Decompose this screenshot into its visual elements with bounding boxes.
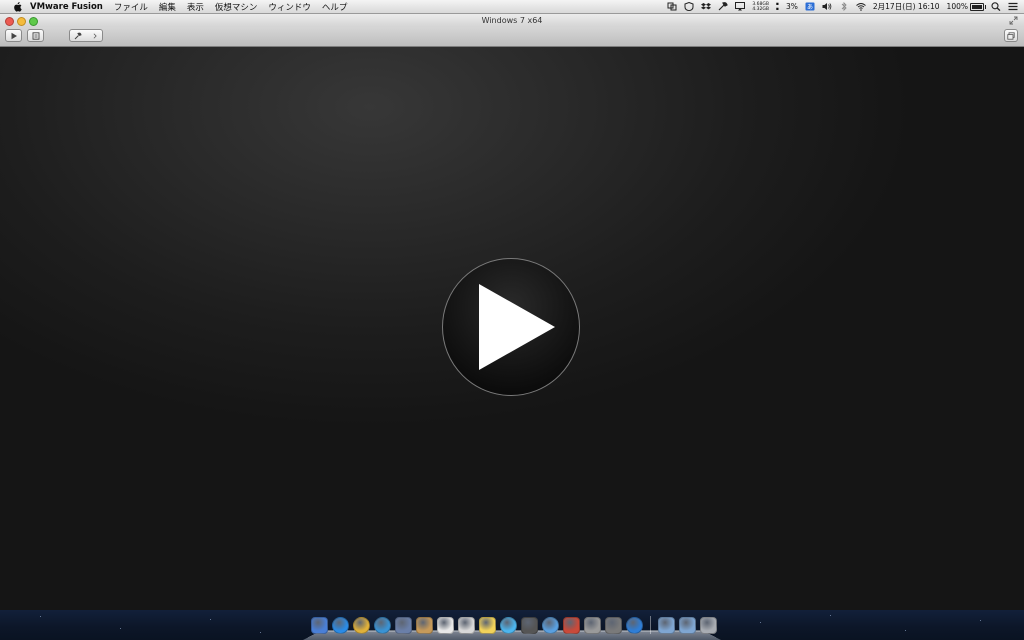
dock-folder-documents-icon[interactable]: [658, 616, 675, 634]
menu-window[interactable]: ウィンドウ: [268, 1, 311, 13]
power-on-vm-button[interactable]: [442, 258, 580, 396]
window-title: Windows 7 x64: [481, 16, 543, 25]
menu-help[interactable]: ヘルプ: [322, 1, 348, 13]
menu-bar: VMware Fusion ファイル 編集 表示 仮想マシン ウィンドウ ヘルプ…: [0, 0, 1024, 14]
battery-icon: [970, 2, 986, 11]
dock-icons: [311, 613, 717, 637]
minimize-window-button[interactable]: [17, 17, 26, 26]
play-icon: [479, 284, 555, 370]
run-vm-button[interactable]: [5, 29, 22, 42]
dock-preview-icon[interactable]: [395, 616, 412, 634]
menu-virtual-machine[interactable]: 仮想マシン: [215, 1, 258, 13]
dock-terminal-icon[interactable]: [605, 616, 622, 634]
vmware-status-icon[interactable]: [667, 2, 677, 11]
dock-safari-icon[interactable]: [374, 616, 391, 634]
dock: [303, 613, 721, 640]
dock-search-icon[interactable]: [626, 616, 643, 634]
close-window-button[interactable]: [5, 17, 14, 26]
dock-trash-icon[interactable]: [700, 616, 717, 634]
svg-text:あ: あ: [807, 4, 813, 11]
volume-icon[interactable]: [822, 2, 832, 11]
unity-view-button[interactable]: [1004, 29, 1018, 42]
window-mode-icon: [1007, 31, 1015, 40]
menu-view[interactable]: 表示: [187, 1, 204, 13]
cpu-usage-label[interactable]: 3%: [786, 2, 798, 11]
dock-app-store-icon[interactable]: [332, 616, 349, 634]
battery-percent-label: 100%: [946, 2, 968, 11]
battery-fill: [972, 4, 982, 9]
vm-display[interactable]: [0, 47, 1024, 610]
menu-file[interactable]: ファイル: [114, 1, 148, 13]
cpu-graph-icon[interactable]: ▪ ▪: [776, 2, 779, 12]
dock-calendar-icon[interactable]: [437, 616, 454, 634]
snapshot-button[interactable]: [27, 29, 44, 42]
tools-icon[interactable]: [718, 2, 729, 11]
shield-icon[interactable]: [684, 2, 694, 11]
spotlight-search-icon[interactable]: [991, 2, 1001, 11]
settings-button[interactable]: [69, 29, 103, 42]
wrench-icon: [74, 32, 82, 39]
dock-stickies-icon[interactable]: [479, 616, 496, 634]
dock-notebook-icon[interactable]: [416, 616, 433, 634]
app-name-menu[interactable]: VMware Fusion: [30, 2, 103, 12]
dropbox-icon[interactable]: [701, 2, 712, 11]
vm-toolbar: [0, 27, 1024, 47]
apple-menu-icon[interactable]: [12, 1, 22, 12]
notification-center-icon[interactable]: [1008, 2, 1018, 11]
dock-text-edit-icon[interactable]: [458, 616, 475, 634]
dock-vmware-fusion-icon[interactable]: [563, 616, 580, 634]
airplay-icon[interactable]: [735, 2, 746, 11]
dock-facetime-icon[interactable]: [521, 616, 538, 634]
fullscreen-icon[interactable]: [1009, 16, 1018, 25]
battery-status[interactable]: 100%: [946, 2, 986, 11]
dock-folder-downloads-icon[interactable]: [679, 616, 696, 634]
menu-edit[interactable]: 編集: [159, 1, 176, 13]
bluetooth-icon[interactable]: [839, 2, 849, 11]
snapshot-icon: [32, 31, 39, 40]
dock-disk-utility-icon[interactable]: [584, 616, 601, 634]
dock-separator: [650, 616, 651, 634]
clock[interactable]: 2月17日(日) 16:10: [873, 1, 940, 12]
play-icon: [11, 32, 17, 39]
zoom-window-button[interactable]: [29, 17, 38, 26]
input-method-icon[interactable]: あ: [805, 2, 815, 11]
memory-monitor[interactable]: 3.68GB 4.32GB: [752, 2, 769, 12]
chevron-right-icon: [93, 32, 97, 39]
wifi-icon[interactable]: [856, 2, 866, 11]
dock-chrome-icon[interactable]: [353, 616, 370, 634]
dock-finder-icon[interactable]: [311, 616, 328, 634]
window-title-bar[interactable]: Windows 7 x64: [0, 14, 1024, 27]
dock-messages-icon[interactable]: [500, 616, 517, 634]
memory-free-label: 4.32GB: [752, 6, 769, 12]
dock-itunes-icon[interactable]: [542, 616, 559, 634]
